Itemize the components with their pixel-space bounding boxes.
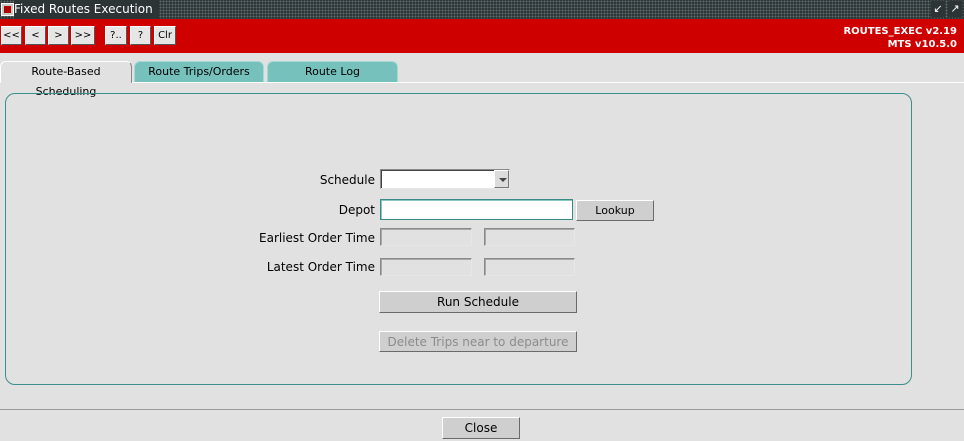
chevron-down-icon[interactable] (494, 170, 509, 188)
schedule-select[interactable] (380, 169, 510, 189)
toolbar: << < > >> ?.. ? Clr ROUTES_EXEC v2.19 MT… (0, 19, 964, 53)
previous-record-button[interactable]: < (25, 26, 46, 45)
next-record-button[interactable]: > (48, 26, 69, 45)
close-button[interactable]: Close (442, 417, 520, 439)
depot-label: Depot (338, 203, 375, 217)
earliest-order-date-field (380, 228, 472, 246)
last-record-button[interactable]: >> (71, 26, 95, 45)
latest-order-time-label: Latest Order Time (266, 260, 375, 274)
tab-route-log[interactable]: Route Log (267, 61, 398, 82)
delete-trips-button: Delete Trips near to departure (379, 331, 577, 352)
minimize-icon[interactable]: ↙ (931, 1, 945, 17)
earliest-order-time-field (484, 228, 575, 246)
clear-button[interactable]: Clr (154, 26, 176, 45)
depot-input[interactable] (380, 199, 573, 220)
window-title: Fixed Routes Execution (14, 0, 159, 19)
schedule-label: Schedule (319, 173, 375, 187)
first-record-button[interactable]: << (1, 26, 22, 45)
earliest-order-time-label: Earliest Order Time (259, 231, 375, 245)
version-label: MTS v10.5.0 (887, 39, 957, 50)
maximize-icon[interactable]: ↗ (948, 1, 962, 17)
oracle-forms-icon[interactable] (1, 3, 14, 16)
tab-route-trips-orders[interactable]: Route Trips/Orders (134, 61, 264, 82)
query-button[interactable]: ?.. (105, 26, 127, 45)
run-schedule-button[interactable]: Run Schedule (379, 291, 577, 313)
latest-order-time-field (484, 258, 575, 276)
help-button[interactable]: ? (130, 26, 151, 45)
latest-order-date-field (380, 258, 472, 276)
window-titlebar: Fixed Routes Execution ↙ ↗ (0, 0, 964, 19)
tab-route-based-scheduling[interactable]: Route-Based Scheduling (0, 61, 132, 98)
form-name-label: ROUTES_EXEC v2.19 (843, 26, 957, 37)
lookup-button[interactable]: Lookup (576, 200, 654, 221)
